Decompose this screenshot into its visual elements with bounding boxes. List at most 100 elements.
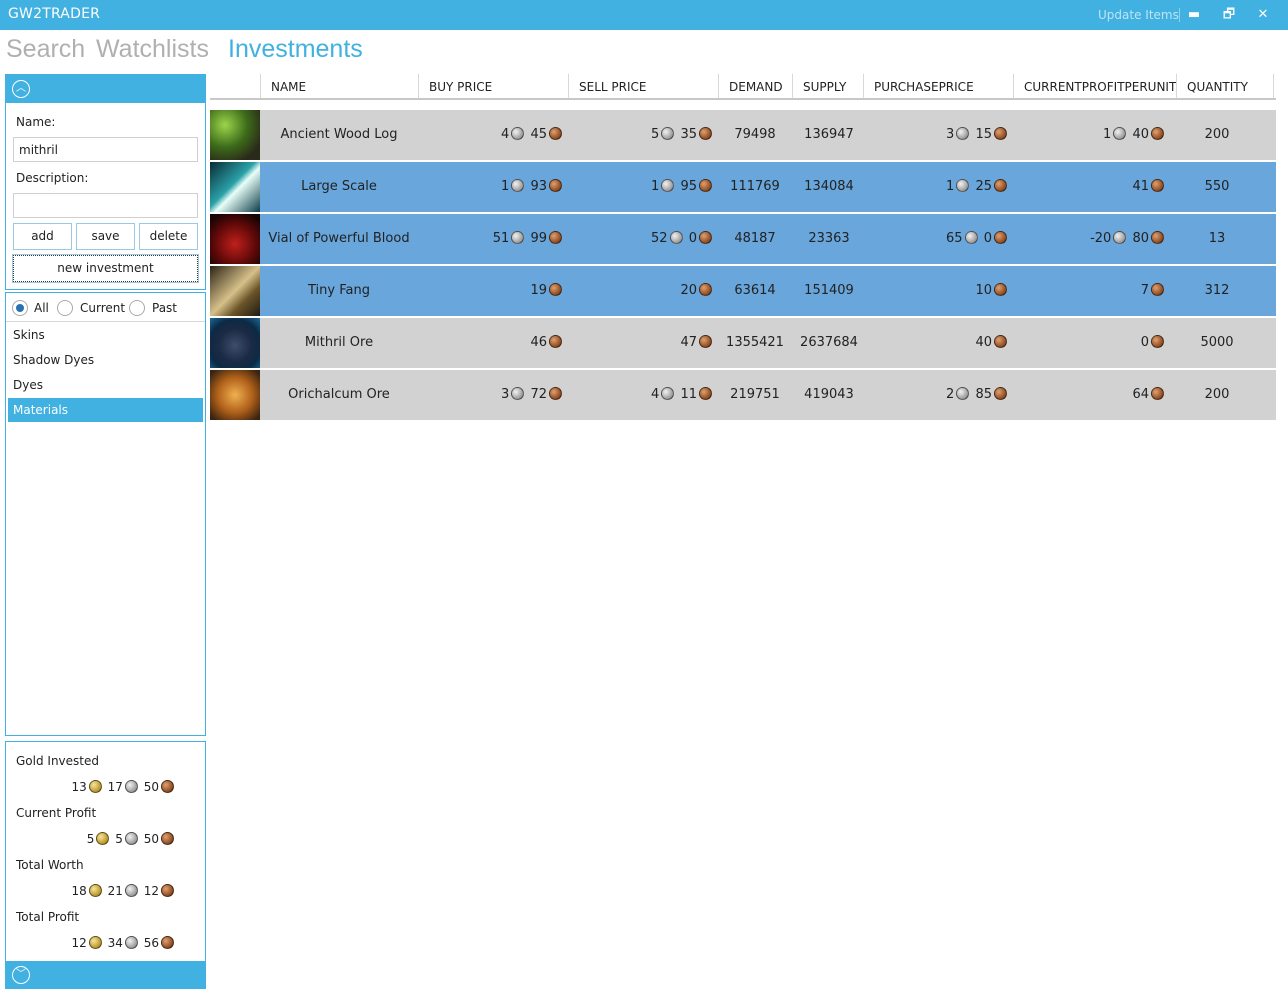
item-name: Tiny Fang (308, 283, 370, 298)
copper-amount: 56 (143, 936, 159, 950)
copper-coin-icon (699, 127, 712, 140)
gold-amount: 13 (71, 780, 87, 794)
nav-tab-watchlists[interactable]: Watchlists (96, 35, 209, 64)
chevron-down-icon[interactable]: ﹀ (12, 966, 30, 984)
copper-amount: 93 (530, 179, 547, 194)
column-header-sell-price[interactable]: SELL PRICE (568, 74, 718, 98)
filter-divider (6, 321, 205, 322)
table-row[interactable]: Ancient Wood Log 4 45 5 35 79498 136947 3 15 1… (210, 110, 1276, 160)
copper-coin-icon (1151, 231, 1164, 244)
silver-amount: 2 (946, 387, 955, 402)
quantity-value: 5000 (1200, 335, 1234, 350)
table-row[interactable]: Orichalcum Ore 3 72 4 11 219751 419043 2 85 64… (210, 370, 1276, 420)
category-item-shadow-dyes[interactable]: Shadow Dyes (8, 348, 203, 372)
sell-price: 47 (564, 318, 714, 368)
copper-amount: 50 (143, 832, 159, 846)
table-row[interactable]: Vial of Powerful Blood 51 99 52 0 48187 2336… (210, 214, 1276, 264)
editor-collapse-bar[interactable]: ︿ (6, 75, 205, 103)
silver-coin-icon (956, 179, 970, 192)
chevron-up-icon[interactable]: ︿ (12, 80, 30, 98)
filter-current-radio[interactable] (57, 300, 73, 316)
copper-coin-icon (549, 127, 562, 140)
copper-coin-icon (699, 231, 712, 244)
profit-per-unit: 41 (1016, 162, 1166, 212)
silver-amount: 4 (501, 127, 510, 142)
column-header-purchase-price[interactable]: PURCHASEPRICE (863, 74, 1013, 98)
filter-past-radio[interactable] (129, 300, 145, 316)
quantity-value: 13 (1208, 231, 1226, 246)
column-header-current-profit-per-unit[interactable]: CURRENTPROFITPERUNIT (1013, 74, 1176, 98)
copper-amount: 41 (1132, 179, 1149, 194)
silver-coin-icon (511, 179, 525, 192)
copper-coin-icon (1151, 387, 1164, 400)
table-row[interactable]: Tiny Fang 19 20 63614 151409 10 7 312 (210, 266, 1276, 316)
silver-coin-icon (661, 179, 675, 192)
sell-price: 5 35 (564, 110, 714, 160)
copper-amount: 47 (680, 335, 697, 350)
gold-invested-label: Gold Invested (16, 754, 99, 768)
description-input[interactable] (13, 193, 198, 218)
purchase-price: 10 (859, 266, 1009, 316)
delete-button[interactable]: delete (139, 223, 198, 250)
sell-price: 4 11 (564, 370, 714, 420)
copper-coin-icon (549, 179, 562, 192)
gold-amount: 18 (71, 884, 87, 898)
name-input[interactable]: mithril (13, 137, 198, 162)
silver-coin-icon (124, 832, 138, 845)
nav-tab-search[interactable]: Search (6, 35, 85, 64)
silver-amount: 1 (1103, 127, 1112, 142)
add-button[interactable]: add (13, 223, 72, 250)
copper-coin-icon (994, 127, 1007, 140)
quantity-value: 200 (1204, 387, 1230, 402)
copper-coin-icon (549, 387, 562, 400)
filter-all-radio[interactable] (12, 300, 28, 316)
tiny-fang-icon (210, 266, 260, 316)
ancient-wood-log-icon (210, 110, 260, 160)
silver-amount: 3 (946, 127, 955, 142)
nav-tab-investments[interactable]: Investments (228, 35, 363, 64)
category-item-skins[interactable]: Skins (8, 323, 203, 347)
copper-amount: 20 (680, 283, 697, 298)
restore-button[interactable]: 🗗 (1218, 4, 1240, 26)
column-header-supply[interactable]: SUPPLY (792, 74, 863, 98)
total-profit-value: 12 34 56 (16, 936, 176, 950)
silver-coin-icon (511, 127, 525, 140)
category-item-dyes[interactable]: Dyes (8, 373, 203, 397)
copper-amount: 50 (143, 780, 159, 794)
buy-price: 4 45 (414, 110, 564, 160)
copper-amount: 10 (975, 283, 992, 298)
copper-amount: 64 (1132, 387, 1149, 402)
copper-amount: 80 (1132, 231, 1149, 246)
silver-coin-icon (1113, 231, 1127, 244)
copper-coin-icon (549, 335, 562, 348)
title-bar-divider (1179, 8, 1180, 22)
gold-coin-icon (96, 832, 110, 845)
purchase-price: 3 15 (859, 110, 1009, 160)
table-row[interactable]: Large Scale 1 93 1 95 111769 134084 1 25 41 550 (210, 162, 1276, 212)
save-button[interactable]: save (76, 223, 135, 250)
supply-value: 2637684 (800, 335, 858, 350)
copper-amount: 99 (530, 231, 547, 246)
copper-amount: 40 (975, 335, 992, 350)
update-items-link[interactable]: Update Items (1098, 8, 1179, 22)
silver-coin-icon (669, 231, 683, 244)
summary-collapse-bar[interactable]: ﹀ (6, 961, 205, 989)
new-investment-button[interactable]: new investment (12, 254, 199, 283)
column-header-buy-price[interactable]: BUY PRICE (418, 74, 568, 98)
column-header-quantity[interactable]: QUANTITY (1176, 74, 1274, 98)
column-header-demand[interactable]: DEMAND (718, 74, 792, 98)
table-row[interactable]: Mithril Ore 46 47 1355421 2637684 40 0 5000 (210, 318, 1276, 368)
total-worth-value: 18 21 12 (16, 884, 176, 898)
copper-coin-icon (994, 231, 1007, 244)
item-name: Ancient Wood Log (280, 127, 398, 142)
copper-amount: 72 (530, 387, 547, 402)
column-header-name[interactable]: NAME (260, 74, 418, 98)
silver-amount: 51 (492, 231, 510, 246)
current-profit-label: Current Profit (16, 806, 97, 820)
close-button[interactable]: ✕ (1252, 4, 1274, 26)
gold-coin-icon (88, 936, 102, 949)
demand-value: 48187 (734, 231, 776, 246)
copper-amount: 19 (530, 283, 547, 298)
category-item-materials[interactable]: Materials (8, 398, 203, 422)
minimize-button[interactable]: ▬ (1183, 4, 1205, 26)
